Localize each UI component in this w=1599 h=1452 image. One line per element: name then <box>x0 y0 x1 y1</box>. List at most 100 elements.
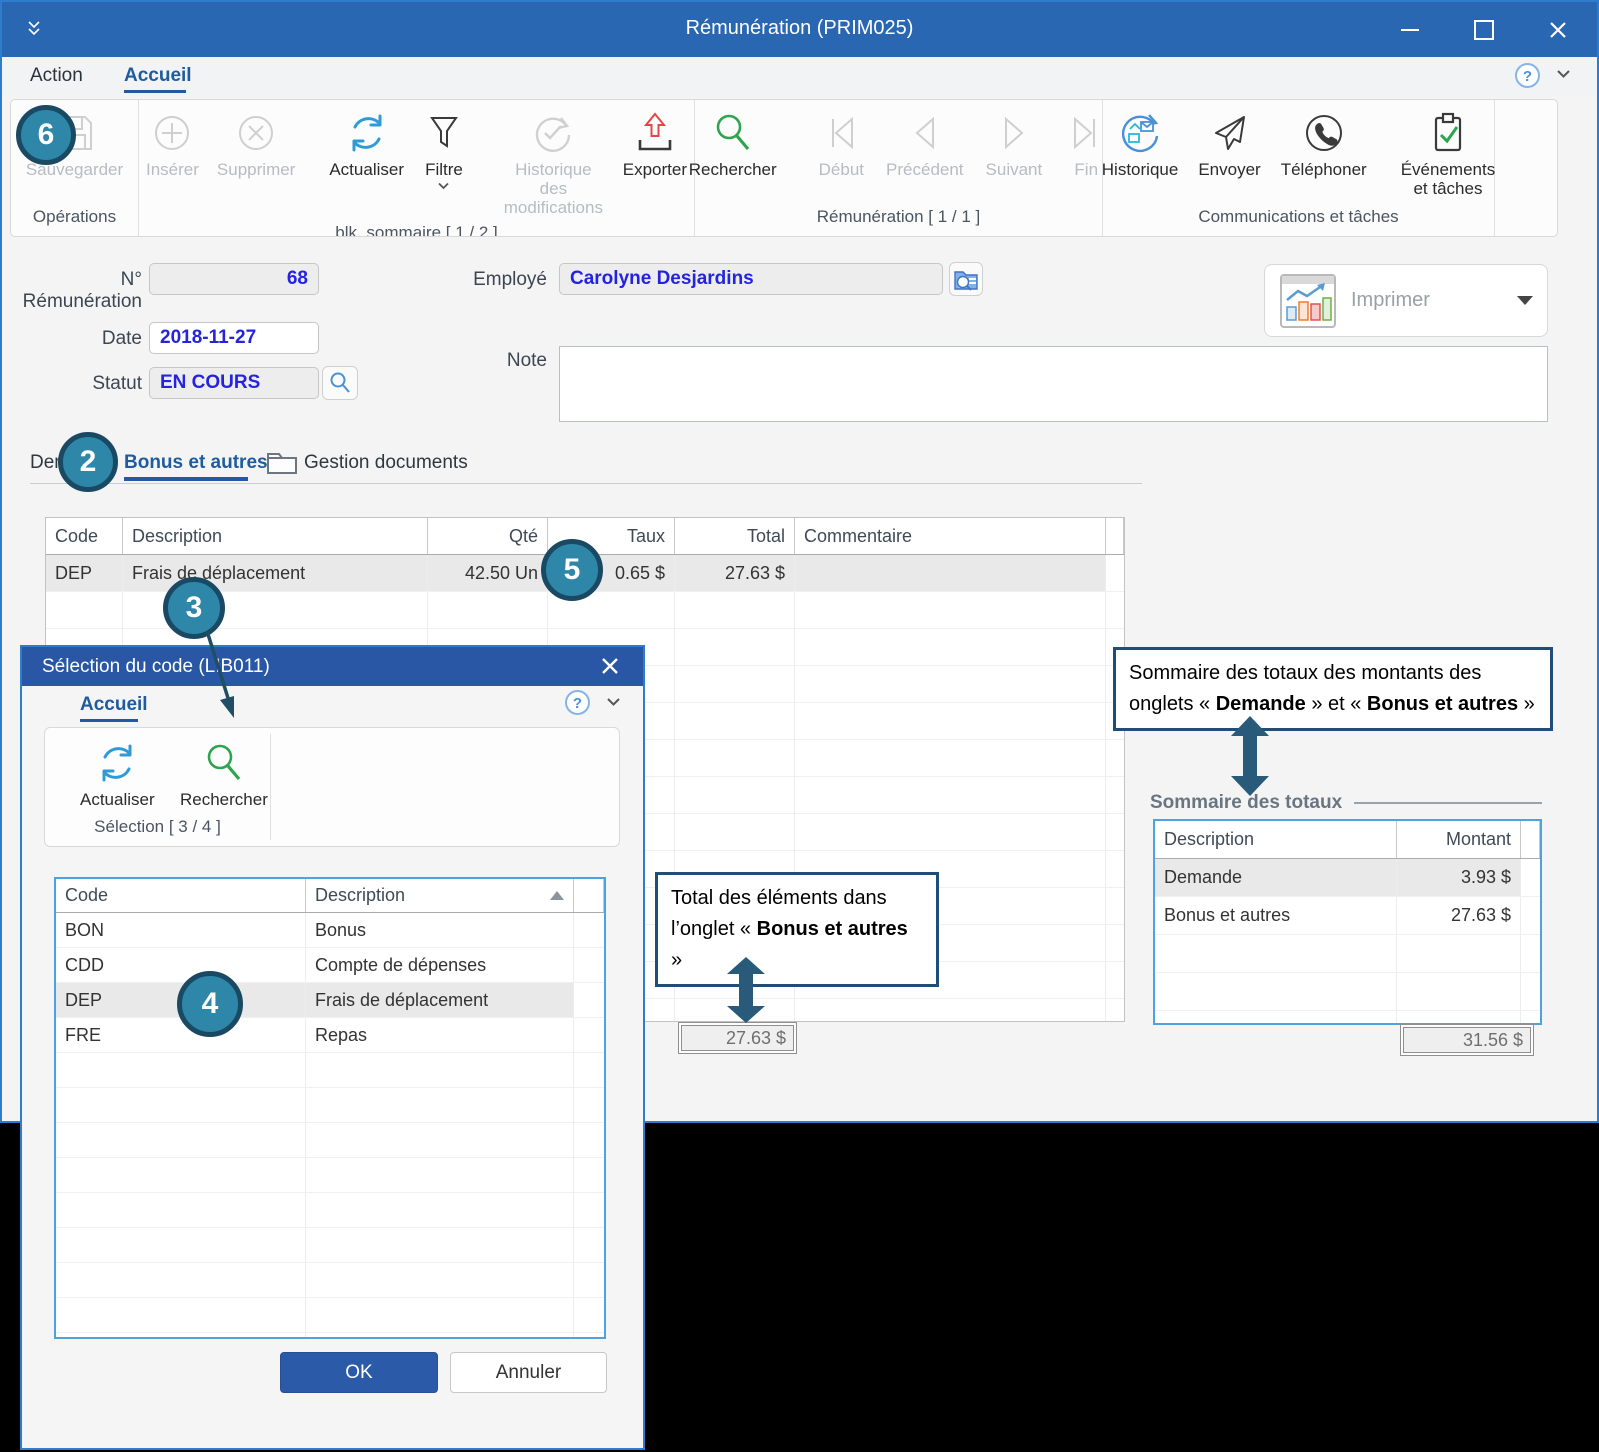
dialog-col-description[interactable]: Description <box>306 879 574 912</box>
dialog-row-dep[interactable]: DEP Frais de déplacement <box>56 983 604 1018</box>
tab-bonus-et-autres[interactable]: Bonus et autres <box>124 452 268 474</box>
search-icon <box>710 108 756 158</box>
col-total[interactable]: Total <box>675 518 795 554</box>
col-qte[interactable]: Qté <box>428 518 548 554</box>
history-modifications-icon <box>530 108 576 158</box>
dialog-row-bon[interactable]: BON Bonus <box>56 913 604 948</box>
dialog-row-empty[interactable] <box>56 1228 604 1263</box>
dialog-search-button[interactable]: Rechercher <box>173 736 275 811</box>
dialog-tab-accueil[interactable]: Accueil <box>80 694 148 716</box>
dialog-refresh-button[interactable]: Actualiser <box>73 736 162 811</box>
delete-button[interactable]: Supprimer <box>210 106 302 181</box>
date-label: Date <box>62 328 142 350</box>
sommaire-row-bonus[interactable]: Bonus et autres 27.63 $ <box>1155 897 1540 935</box>
phone-button[interactable]: Téléphoner <box>1274 106 1374 181</box>
previous-record-button[interactable]: Précédent <box>879 106 971 181</box>
report-chart-icon <box>1279 273 1337 329</box>
active-tab-underline <box>124 90 186 93</box>
insert-button[interactable]: Insérer <box>139 106 206 181</box>
sommaire-row-empty[interactable] <box>1155 973 1540 1011</box>
dialog-collapse-chevron-icon[interactable] <box>606 697 621 707</box>
tab-accueil[interactable]: Accueil <box>124 65 192 87</box>
employe-field[interactable]: Carolyne Desjardins <box>559 263 943 295</box>
bonus-tab-underline <box>124 477 248 481</box>
ribbon-collapse-chevron-icon[interactable] <box>1556 69 1571 79</box>
minimize-button[interactable] <box>1399 19 1421 41</box>
filter-dropdown-chevron-icon[interactable] <box>437 182 450 190</box>
dialog-close-button[interactable] <box>599 655 621 677</box>
dialog-row-empty[interactable] <box>56 1333 604 1339</box>
selection-code-dialog: Sélection du code (LIB011) Accueil ? Act… <box>20 645 645 1450</box>
annotation-sommaire: Sommaire des totaux des montants des ong… <box>1113 647 1553 731</box>
dialog-row-empty[interactable] <box>56 1123 604 1158</box>
step-badge-5: 5 <box>541 539 603 601</box>
sommaire-header: Description Montant <box>1155 821 1540 859</box>
bonus-tab-total-box: 27.63 $ <box>678 1022 797 1054</box>
bonus-tab-total-value: 27.63 $ <box>681 1025 794 1051</box>
tab-gestion-documents[interactable]: Gestion documents <box>304 452 468 474</box>
col-description[interactable]: Description <box>123 518 428 554</box>
sommaire-row-empty[interactable] <box>1155 935 1540 973</box>
dialog-group-caption: Sélection [ 3 / 4 ] <box>45 813 270 846</box>
dialog-row-empty[interactable] <box>56 1158 604 1193</box>
sommaire-group-line <box>1354 802 1542 804</box>
dialog-row-empty[interactable] <box>56 1298 604 1333</box>
employe-label: Employé <box>457 269 547 291</box>
first-record-button[interactable]: Début <box>812 106 871 181</box>
dialog-row-empty[interactable] <box>56 1088 604 1123</box>
ok-button[interactable]: OK <box>280 1352 438 1393</box>
events-tasks-button[interactable]: Événements et tâches <box>1394 106 1503 200</box>
next-record-button[interactable]: Suivant <box>979 106 1050 181</box>
dialog-row-empty[interactable] <box>56 1053 604 1088</box>
dialog-row-empty[interactable] <box>56 1263 604 1298</box>
dialog-row-cdd[interactable]: CDD Compte de dépenses <box>56 948 604 983</box>
code-selection-table[interactable]: Code Description BON Bonus CDD Compte de… <box>54 877 606 1339</box>
dialog-row-fre[interactable]: FRE Repas <box>56 1018 604 1053</box>
sommaire-row-empty[interactable] <box>1155 1011 1540 1025</box>
tab-action[interactable]: Action <box>30 65 83 87</box>
svg-text:?: ? <box>573 695 582 712</box>
help-icon[interactable]: ? <box>1514 62 1541 89</box>
history-button[interactable]: Historique <box>1095 106 1186 181</box>
history-modifications-button[interactable]: Historique des modifications <box>495 106 612 219</box>
first-record-icon <box>819 108 863 158</box>
close-button[interactable] <box>1547 19 1569 41</box>
next-record-icon <box>992 108 1036 158</box>
dialog-row-empty[interactable] <box>56 1193 604 1228</box>
window-title: Rémunération (PRIM025) <box>2 17 1597 40</box>
employe-lookup-button[interactable] <box>949 262 983 296</box>
step-badge-4: 4 <box>177 971 243 1037</box>
screenshot-stage: Rémunération (PRIM025) Action Accueil ? <box>0 0 1599 1452</box>
ribbon-group-spacer <box>1495 100 1557 236</box>
note-field[interactable] <box>559 346 1548 422</box>
sommaire-col-montant[interactable]: Montant <box>1397 821 1521 858</box>
search-button[interactable]: Rechercher <box>682 106 784 181</box>
sommaire-table[interactable]: Description Montant Demande 3.93 $ Bonus… <box>1153 819 1542 1025</box>
cancel-button[interactable]: Annuler <box>450 1352 607 1393</box>
num-remuneration-field[interactable]: 68 <box>149 263 319 295</box>
maximize-button[interactable] <box>1473 19 1495 41</box>
sommaire-row-demande[interactable]: Demande 3.93 $ <box>1155 859 1540 897</box>
refresh-button[interactable]: Actualiser <box>322 106 411 181</box>
filter-icon <box>422 108 466 158</box>
date-field[interactable]: 2018-11-27 <box>149 322 319 354</box>
delete-icon <box>234 108 278 158</box>
statut-field[interactable]: EN COURS <box>149 367 319 399</box>
dialog-help-icon[interactable]: ? <box>564 689 591 716</box>
note-label: Note <box>467 350 547 372</box>
col-commentaire[interactable]: Commentaire <box>795 518 1106 554</box>
employe-lookup-icon <box>953 267 979 291</box>
imprimer-button[interactable]: Imprimer <box>1264 264 1548 337</box>
sommaire-col-description[interactable]: Description <box>1155 821 1397 858</box>
dialog-ribbon: Actualiser Rechercher Sélection [ 3 / 4 … <box>44 727 620 847</box>
send-button[interactable]: Envoyer <box>1191 106 1267 181</box>
filter-button[interactable]: Filtre <box>415 106 473 192</box>
statut-lookup-button[interactable] <box>322 366 358 400</box>
dialog-table-header: Code Description <box>56 879 604 913</box>
imprimer-dropdown-caret-icon[interactable] <box>1517 296 1533 305</box>
num-remuneration-label: N° Rémunération <box>2 269 142 313</box>
ribbon-group-blk-sommaire: Insérer Supprimer Actualiser <box>139 100 695 236</box>
dialog-col-code[interactable]: Code <box>56 879 306 912</box>
sort-ascending-icon[interactable] <box>550 891 564 900</box>
col-code[interactable]: Code <box>46 518 123 554</box>
